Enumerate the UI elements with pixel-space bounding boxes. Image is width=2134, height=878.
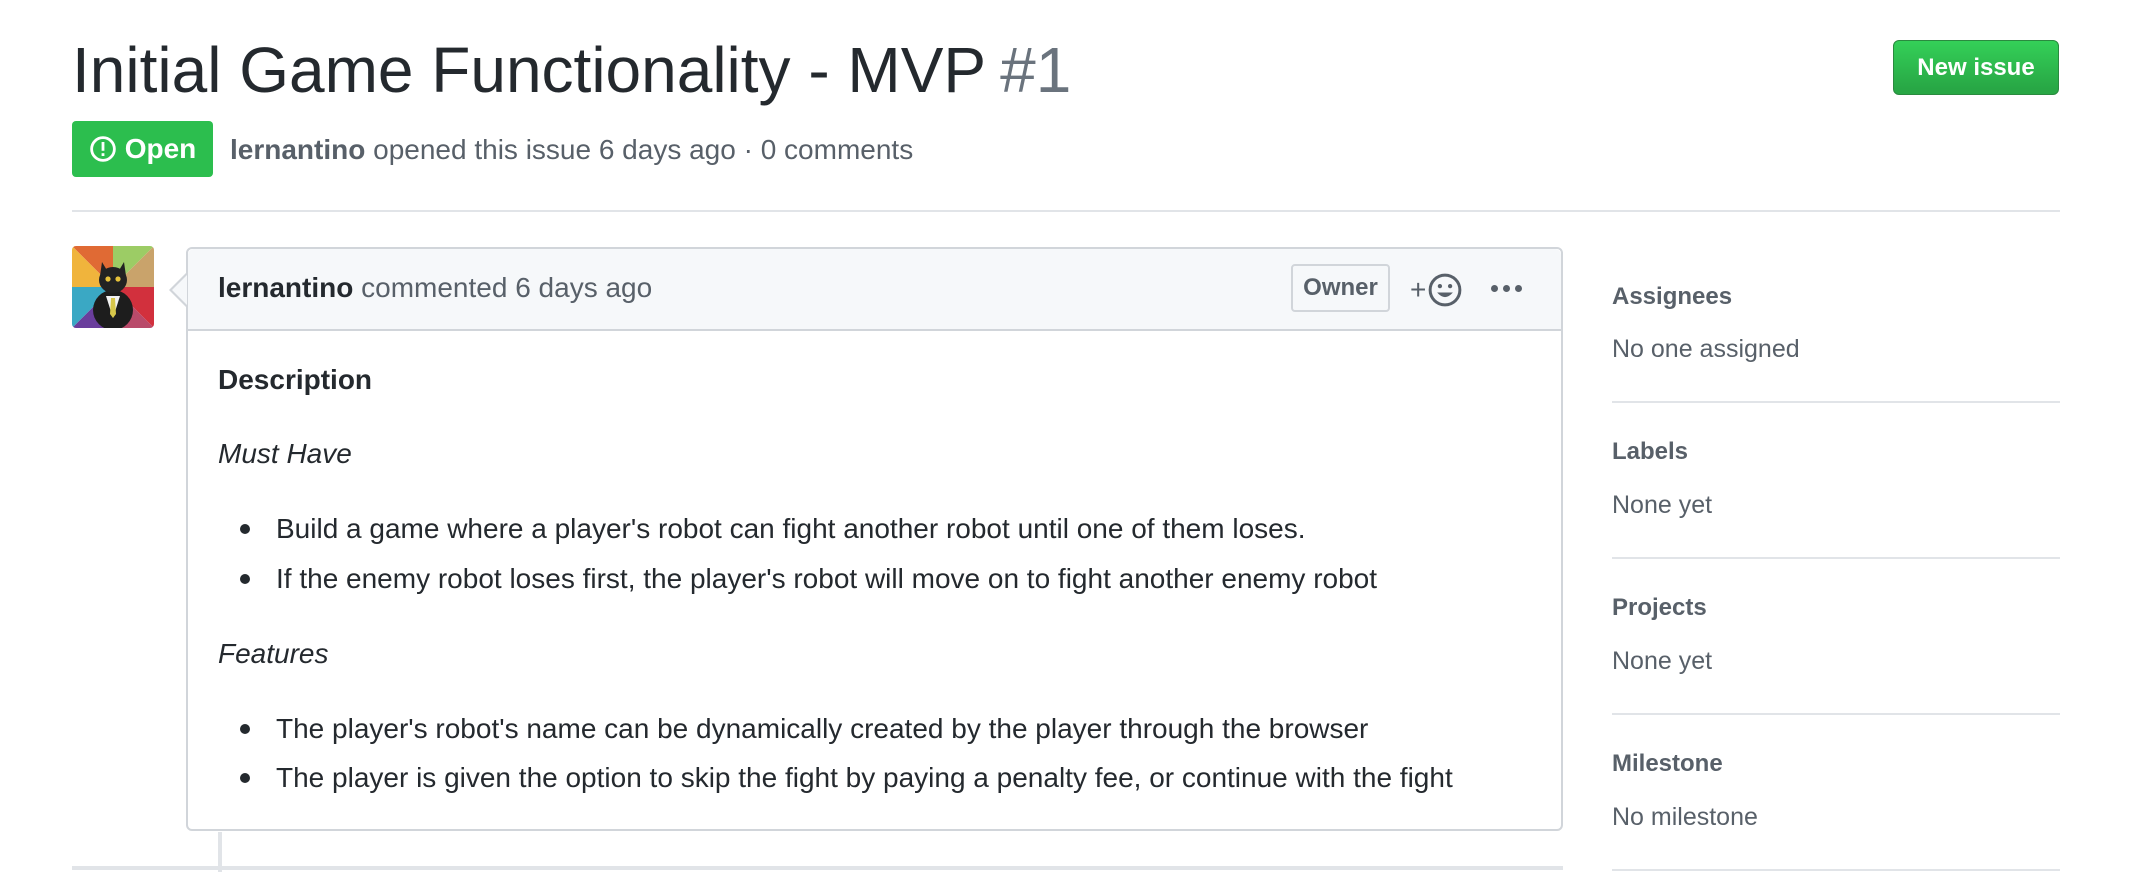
sidebar-assignees-label[interactable]: Assignees bbox=[1612, 281, 1732, 313]
issue-title: Initial Game Functionality - MVP #1 bbox=[72, 30, 1071, 110]
issue-meta: lernantino opened this issue 6 days ago … bbox=[230, 128, 913, 172]
comment-meta: lernantino commented 6 days ago bbox=[218, 266, 652, 310]
issue-number: #1 bbox=[1000, 34, 1072, 106]
sidebar-labels-value: None yet bbox=[1612, 491, 1713, 519]
sidebar-milestone-label[interactable]: Milestone bbox=[1612, 748, 1723, 780]
comment-arrow-fill bbox=[172, 275, 187, 305]
header-divider bbox=[72, 210, 2060, 212]
add-reaction-button[interactable]: + bbox=[1410, 270, 1472, 310]
smiley-icon bbox=[1428, 273, 1462, 307]
list-item: The player's robot's name can be dynamic… bbox=[240, 709, 1368, 749]
sidebar-divider bbox=[1612, 557, 2060, 559]
issue-title-text: Initial Game Functionality - MVP bbox=[72, 34, 987, 106]
sidebar-divider bbox=[1612, 869, 2060, 871]
reaction-plus: + bbox=[1410, 274, 1427, 305]
list-item-text: The player's robot's name can be dynamic… bbox=[276, 713, 1369, 744]
sidebar-labels-label[interactable]: Labels bbox=[1612, 436, 1688, 468]
must-have-heading: Must Have bbox=[218, 438, 352, 469]
sidebar-assignees-value: No one assigned bbox=[1612, 335, 1800, 363]
sidebar-divider bbox=[1612, 713, 2060, 715]
features-heading: Features bbox=[218, 638, 329, 669]
body-heading: Description bbox=[218, 364, 373, 395]
new-issue-button[interactable]: New issue bbox=[1893, 40, 2059, 95]
timeline-divider bbox=[72, 866, 1563, 870]
sidebar-milestone-value: No milestone bbox=[1612, 803, 1758, 831]
list-item-text: Build a game where a player's robot can … bbox=[276, 513, 1306, 544]
issue-opened-icon bbox=[89, 136, 116, 162]
issue-state-label: Open bbox=[124, 133, 197, 164]
kebab-horizontal-icon[interactable] bbox=[1488, 268, 1524, 308]
list-item-text: If the enemy robot loses first, the play… bbox=[276, 563, 1378, 594]
sidebar-divider bbox=[1612, 401, 2060, 403]
comment-author-link[interactable]: lernantino bbox=[218, 272, 353, 303]
owner-badge: Owner bbox=[1291, 264, 1390, 312]
list-item: The player is given the option to skip t… bbox=[240, 758, 1453, 798]
sidebar-projects-label[interactable]: Projects bbox=[1612, 592, 1707, 624]
list-item: Build a game where a player's robot can … bbox=[240, 509, 1306, 549]
sidebar-projects-value: None yet bbox=[1612, 647, 1713, 675]
issue-opened-text: opened this issue 6 days ago · 0 comment… bbox=[373, 134, 914, 165]
list-item-text: The player is given the option to skip t… bbox=[276, 762, 1453, 793]
list-item: If the enemy robot loses first, the play… bbox=[240, 559, 1377, 599]
comment-timestamp[interactable]: commented 6 days ago bbox=[361, 272, 652, 303]
avatar[interactable] bbox=[72, 246, 154, 328]
cat-avatar-icon bbox=[72, 246, 154, 328]
issue-author-link[interactable]: lernantino bbox=[230, 134, 365, 165]
issue-state-badge: Open bbox=[72, 121, 213, 177]
